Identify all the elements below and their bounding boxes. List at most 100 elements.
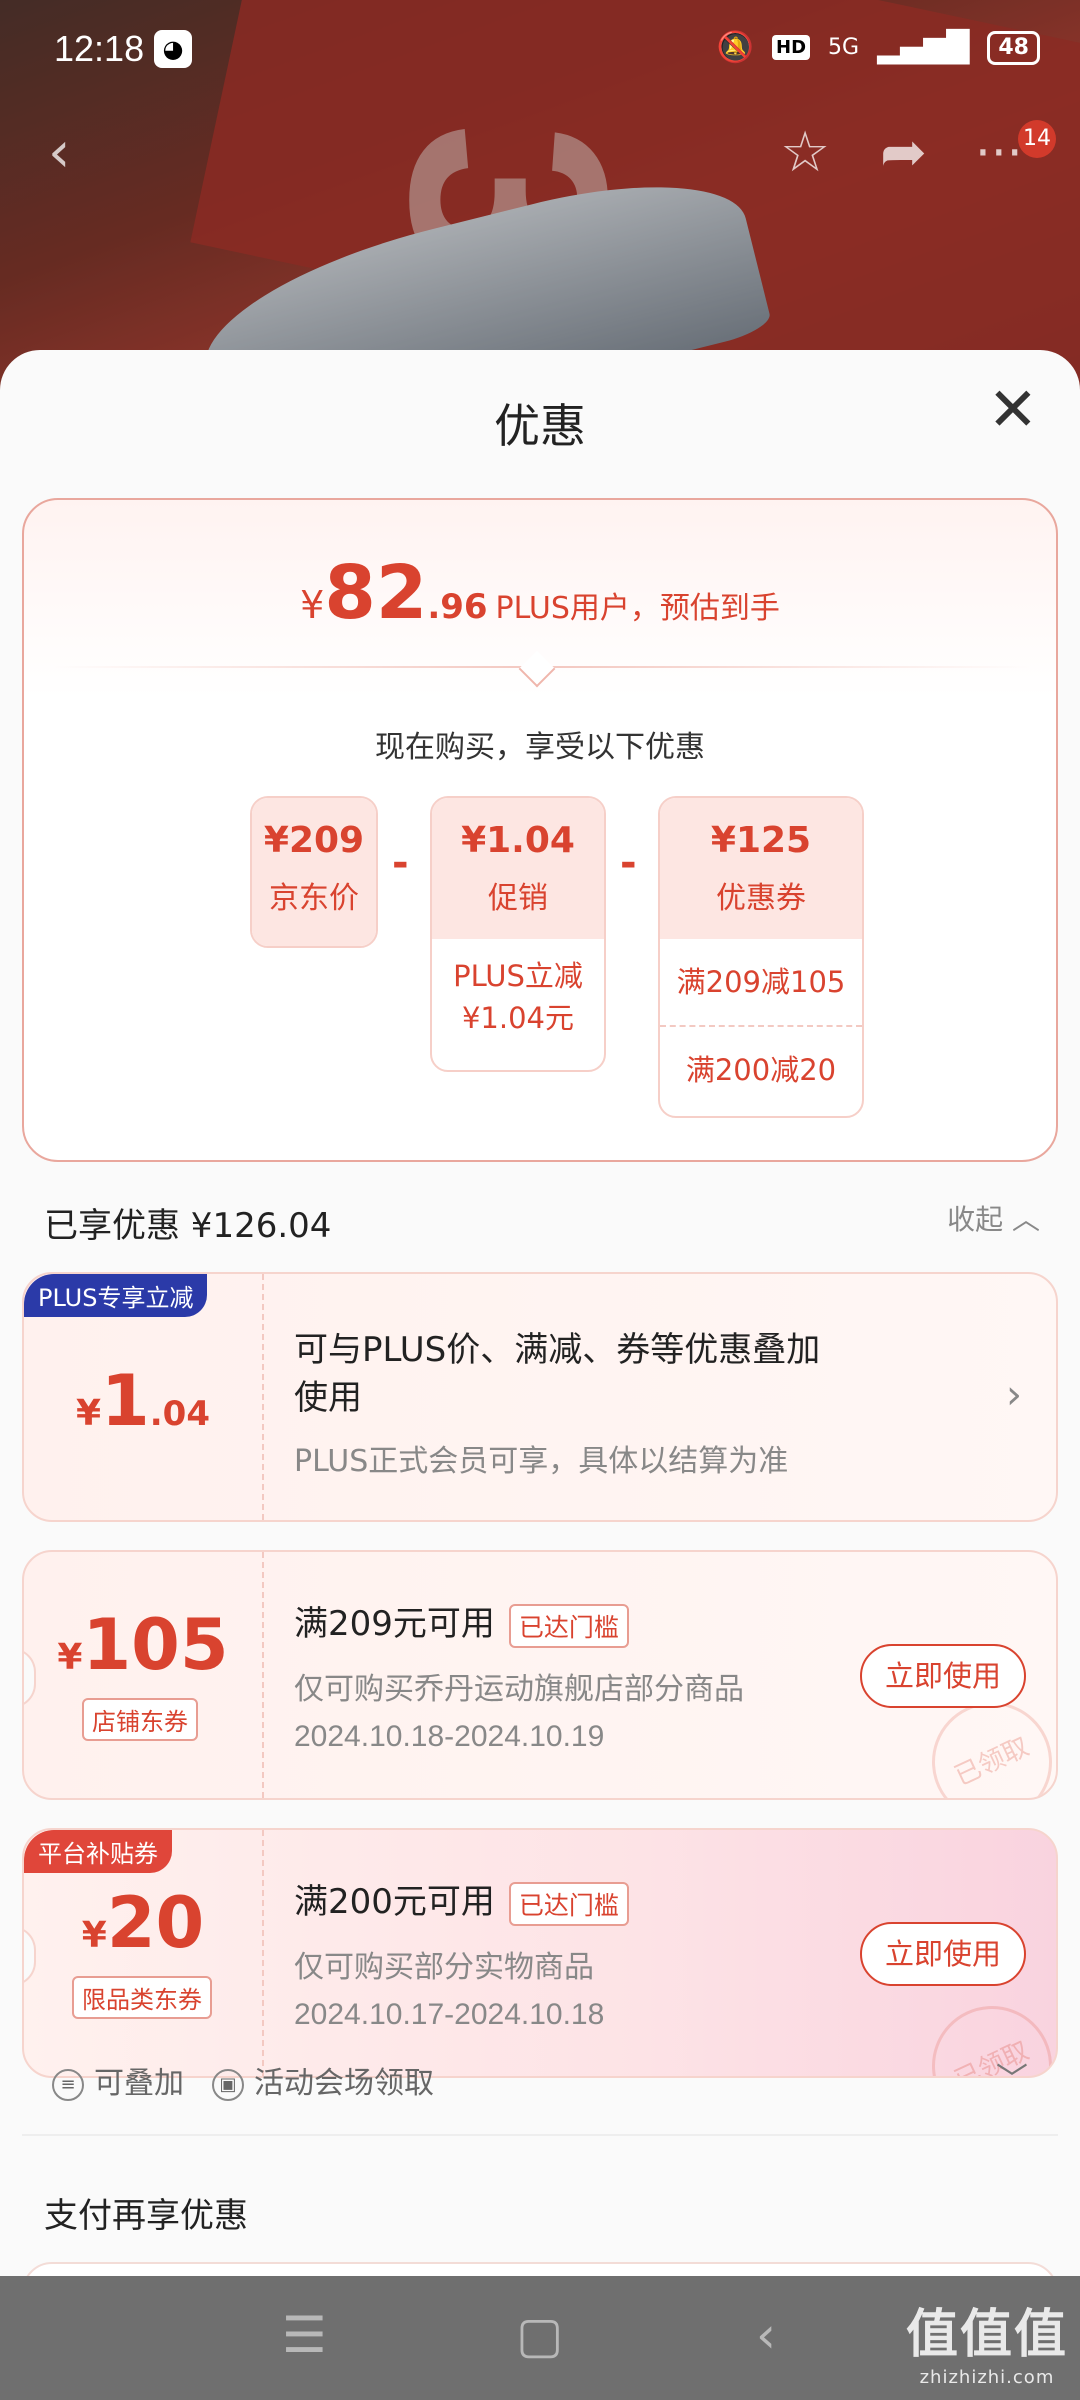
coupon-subtitle: PLUS正式会员可享，具体以结算为准 (294, 1444, 789, 1479)
estimated-price-yen: ¥ (300, 583, 325, 627)
coupon-date-range: 2024.10.18-2024.10.19 (294, 1720, 605, 1753)
favorite-star-icon[interactable]: ☆ (780, 120, 830, 185)
battery-icon: 48 (987, 30, 1040, 65)
estimated-price-integer: 82 (324, 550, 428, 636)
collapse-label: 收起 (947, 1203, 1004, 1236)
threshold-reached-badge: 已达门槛 (508, 1881, 629, 1926)
watermark-main: 值值值 (905, 2305, 1068, 2365)
watermark-sub: zhizhizhi.com (919, 2367, 1055, 2388)
more-icon[interactable]: ··· (975, 124, 1023, 182)
coupon-amount-decimal: .04 (149, 1394, 210, 1434)
coupon-amount-area: ¥20 限品类东券 (24, 1830, 264, 2076)
jd-price-label: 京东价 (269, 881, 359, 916)
payment-discount-card[interactable] (22, 2262, 1058, 2276)
coupon-type-tag: 店铺东券 (82, 1698, 198, 1741)
discount-sheet: 优惠 ✕ ¥82.96 PLUS用户，预估到手 现在购买，享受以下优惠 ¥209 … (0, 350, 1080, 2276)
stackable-info: ≡ 可叠加 (52, 2058, 184, 2102)
section-divider (22, 2134, 1058, 2136)
chevron-up-icon: ︿ (1011, 1203, 1040, 1236)
stackable-label: 可叠加 (94, 2066, 184, 2101)
promo-detail-line2: ¥1.04元 (461, 1001, 575, 1035)
status-time: 12:18 (54, 28, 145, 69)
coupon-title: 满209元可用 (294, 1604, 495, 1644)
payment-discount-title: 支付再享优惠 (44, 2196, 248, 2236)
watermark: 值值值 zhizhizhi.com (906, 2292, 1068, 2388)
mute-icon: 🔕 (716, 30, 755, 65)
estimated-price-note: PLUS用户，预估到手 (495, 591, 780, 626)
promo-detail: PLUS立减 ¥1.04元 (432, 939, 604, 1039)
coupon-yen: ¥ (75, 1393, 102, 1434)
coupon-row: 满209减105 (676, 965, 846, 999)
coupon-amount: ¥105 (24, 1604, 262, 1686)
signal-icon: ▂▄▆█ (877, 30, 970, 65)
coupon-amount-area: ¥1.04 (24, 1274, 264, 1520)
coupon-subtitle: 仅可购买乔丹运动旗舰店部分商品 (294, 1672, 744, 1707)
sheet-title: 优惠 (494, 399, 586, 453)
chevron-down-icon[interactable]: ﹀ (996, 2054, 1028, 2100)
coupon-amount-integer: 20 (106, 1882, 205, 1964)
product-nav: ‹ ☆ ➦ ··· 14 (0, 120, 1080, 190)
status-icons: 🔕 HD 5G ▂▄▆█ 48 (717, 30, 1040, 65)
minus-operator: - (392, 840, 409, 886)
use-now-button[interactable]: 立即使用 (860, 1922, 1026, 1986)
coupon-value: ¥125 (710, 820, 812, 861)
use-now-button[interactable]: 立即使用 (860, 1644, 1026, 1708)
back-nav-icon[interactable]: ‹ (756, 2306, 776, 2364)
stack-icon: ≡ (52, 2068, 84, 2101)
coupon-amount-integer: 1 (101, 1360, 150, 1442)
hd-icon: HD (772, 35, 811, 60)
price-summary-card: ¥82.96 PLUS用户，预估到手 现在购买，享受以下优惠 ¥209 京东价 -… (22, 498, 1058, 1162)
coupon-box: ¥125 优惠券 满209减105 满200减20 (658, 796, 864, 1118)
jd-price-value: ¥209 (263, 820, 365, 861)
promo-head: ¥1.04 促销 (432, 798, 604, 939)
summary-subtitle: 现在购买，享受以下优惠 (375, 730, 705, 765)
coupon-subtitle: 仅可购买部分实物商品 (294, 1950, 594, 1985)
promo-label: 促销 (488, 881, 548, 916)
threshold-reached-badge: 已达门槛 (508, 1603, 629, 1648)
venue-info: ▣ 活动会场领取 (212, 2058, 434, 2102)
coupon-title-line1: 可与PLUS价、满减、券等优惠叠加 (294, 1330, 821, 1370)
home-icon[interactable]: ▢ (516, 2306, 563, 2364)
menu-icon[interactable]: ☰ (282, 2306, 327, 2364)
status-bar: 12:18 ◕ 🔕 HD 5G ▂▄▆█ 48 (0, 0, 1080, 100)
platform-coupon-card: 平台补贴券 ¥20 限品类东券 满200元可用 已达门槛 仅可购买部分实物商品 2… (22, 1828, 1058, 2078)
coupon-row: 满200减20 (660, 1025, 862, 1111)
promo-box: ¥1.04 促销 PLUS立减 ¥1.04元 (430, 796, 606, 1072)
jd-price-head: ¥209 京东价 (252, 798, 376, 946)
coupon-amount-area: ¥105 店铺东券 (24, 1552, 264, 1798)
minus-operator: - (620, 840, 637, 886)
system-nav-bar: ☰ ▢ ‹ 值值值 zhizhizhi.com (0, 2276, 1080, 2400)
coupon-amount-integer: 105 (82, 1604, 229, 1686)
enjoyed-discount-total: 已享优惠 ¥126.04 (44, 1206, 332, 1246)
divider-arrow-icon (518, 650, 556, 688)
qq-icon: ◕ (154, 30, 192, 68)
plus-discount-card[interactable]: PLUS专享立减 ¥1.04 可与PLUS价、满减、券等优惠叠加 使用 PLUS… (22, 1272, 1058, 1522)
coupon-amount: ¥20 (24, 1882, 262, 1964)
coupon-amount: ¥1.04 (24, 1360, 262, 1442)
network-label: 5G (828, 35, 860, 60)
coupon-extra-info: ≡ 可叠加 ▣ 活动会场领取 ﹀ (22, 2046, 1058, 2116)
coupon-yen: ¥ (57, 1637, 83, 1678)
coupon-title: 满200元可用 (294, 1882, 495, 1922)
collapse-button[interactable]: 收起 ︿ (947, 1198, 1040, 1238)
close-icon[interactable]: ✕ (988, 380, 1038, 440)
coupon-label: 优惠券 (716, 881, 806, 916)
coupon-date-range: 2024.10.17-2024.10.18 (294, 1998, 605, 2031)
share-icon[interactable]: ➦ (880, 120, 927, 185)
venue-label: 活动会场领取 (254, 2066, 434, 2101)
promo-detail-line1: PLUS立减 (453, 959, 583, 993)
coupon-yen: ¥ (81, 1915, 107, 1956)
estimated-price-decimal: .96 (427, 587, 488, 627)
coupon-threshold-line: 满209元可用 已达门槛 (294, 1596, 629, 1648)
coupon-head: ¥125 优惠券 (660, 798, 862, 939)
shop-coupon-card: ¥105 店铺东券 满209元可用 已达门槛 仅可购买乔丹运动旗舰店部分商品 20… (22, 1550, 1058, 1800)
ticket-icon: ▣ (212, 2068, 244, 2101)
estimated-price: ¥82.96 PLUS用户，预估到手 (24, 550, 1056, 636)
chevron-right-icon[interactable]: › (1006, 1372, 1022, 1418)
jd-price-box: ¥209 京东价 (250, 796, 378, 948)
coupon-threshold-line: 满200元可用 已达门槛 (294, 1874, 629, 1926)
back-icon[interactable]: ‹ (48, 120, 70, 185)
notification-badge: 14 (1018, 120, 1056, 158)
coupon-title-line2: 使用 (294, 1378, 362, 1418)
promo-value: ¥1.04 (461, 820, 575, 861)
